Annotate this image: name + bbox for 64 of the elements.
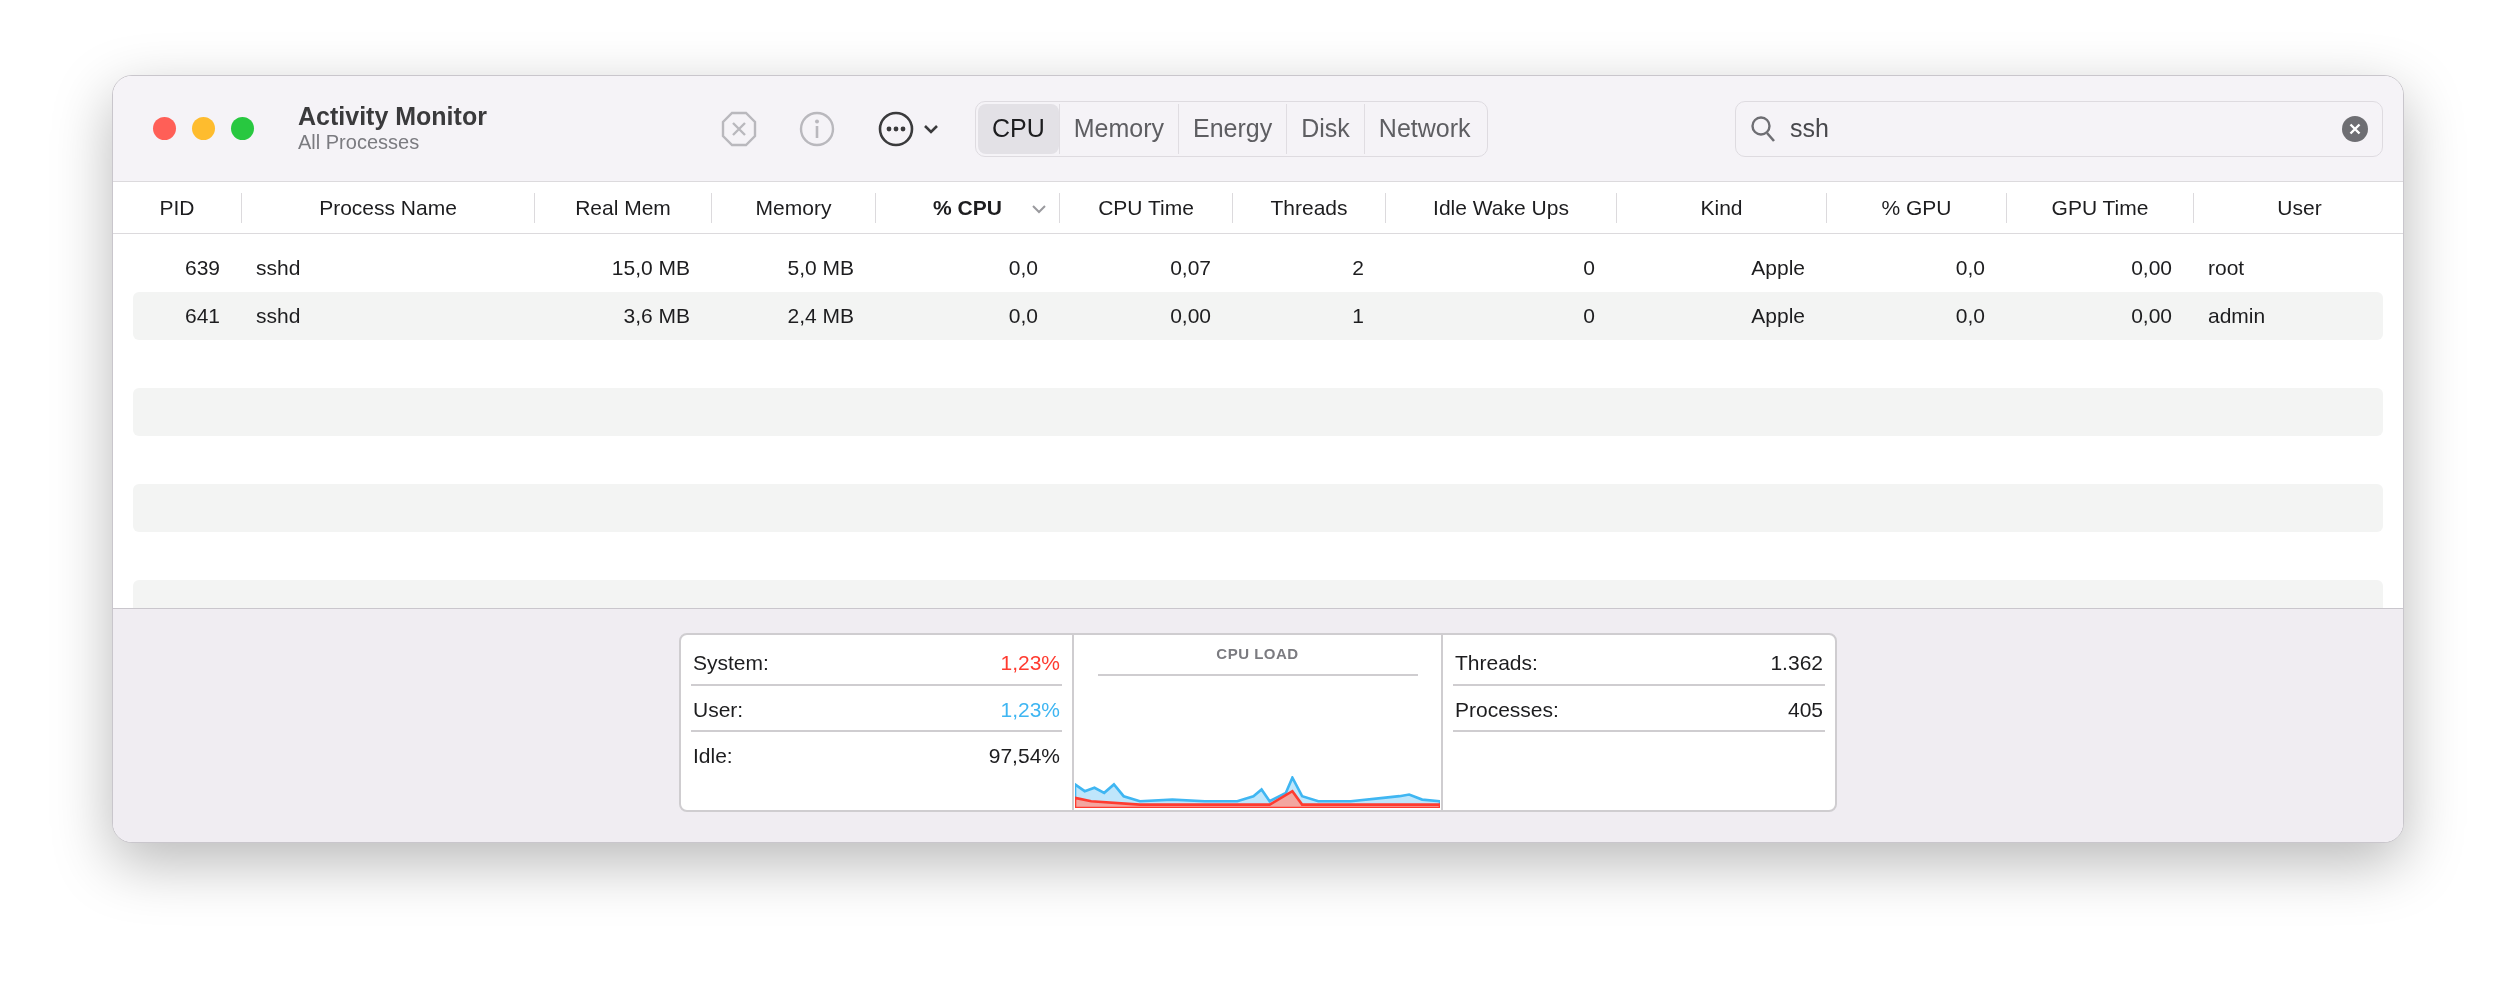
column-header[interactable]: Idle Wake Ups bbox=[1433, 195, 1569, 219]
sort-chevron-icon bbox=[1031, 203, 1047, 214]
table-cell: 0,00 bbox=[2131, 256, 2172, 280]
stat-label: Threads: bbox=[1455, 650, 1538, 676]
table-cell: 5,0 MB bbox=[787, 256, 854, 280]
stat-label: System: bbox=[693, 650, 769, 676]
chart-title: CPU LOAD bbox=[1216, 644, 1299, 664]
view-tab[interactable]: Memory bbox=[1058, 103, 1178, 154]
table-cell: 639 bbox=[184, 256, 220, 280]
stat-value: 405 bbox=[1787, 696, 1823, 723]
table-cell: 0,0 bbox=[1008, 256, 1038, 280]
window-subtitle: All Processes bbox=[298, 130, 421, 155]
stat-value: 1.362 bbox=[1770, 650, 1823, 676]
table-cell: sshd bbox=[256, 256, 301, 280]
column-header[interactable]: Threads bbox=[1270, 195, 1348, 219]
zoom-window-button[interactable] bbox=[231, 117, 254, 140]
table-cell: 0,0 bbox=[1008, 304, 1038, 328]
search-icon bbox=[1750, 114, 1776, 143]
stat-label: User: bbox=[693, 696, 744, 723]
window-title: Activity Monitor bbox=[298, 102, 487, 131]
table-cell: 2,4 MB bbox=[787, 304, 854, 328]
table-cell: 641 bbox=[184, 304, 220, 328]
stop-process-icon[interactable] bbox=[720, 110, 757, 147]
view-tab[interactable]: Network bbox=[1363, 103, 1485, 154]
table-cell: root bbox=[2208, 256, 2245, 280]
table-cell: 0,0 bbox=[1955, 304, 1985, 328]
table-cell: 3,6 MB bbox=[623, 304, 690, 328]
view-tab[interactable]: Energy bbox=[1178, 103, 1287, 154]
stat-value: 1,23% bbox=[1000, 696, 1060, 723]
table-cell: 0 bbox=[1583, 304, 1595, 328]
table-cell: Apple bbox=[1751, 256, 1805, 280]
table-cell: Apple bbox=[1751, 304, 1805, 328]
table-cell: 2 bbox=[1352, 256, 1364, 280]
column-header[interactable]: User bbox=[2277, 195, 2322, 219]
table-cell: 0,0 bbox=[1955, 256, 1985, 280]
table-cell: 15,0 MB bbox=[611, 256, 690, 280]
info-icon[interactable] bbox=[798, 110, 835, 147]
table-cell: sshd bbox=[256, 304, 301, 328]
view-tab[interactable]: CPU bbox=[977, 103, 1059, 154]
column-header[interactable]: Real Mem bbox=[575, 195, 671, 219]
table-cell: 0,00 bbox=[2131, 304, 2172, 328]
table-cell: admin bbox=[2208, 304, 2266, 328]
column-header[interactable]: GPU Time bbox=[2051, 195, 2149, 219]
table-cell: 0 bbox=[1583, 256, 1595, 280]
close-window-button[interactable] bbox=[153, 117, 176, 140]
stat-value: 97,54% bbox=[988, 743, 1060, 769]
view-tab[interactable]: Disk bbox=[1286, 103, 1364, 154]
minimize-window-button[interactable] bbox=[192, 117, 215, 140]
search-field[interactable]: ssh bbox=[1735, 100, 2383, 157]
column-header[interactable]: PID bbox=[159, 195, 195, 219]
column-header[interactable]: Memory bbox=[755, 195, 832, 219]
search-input[interactable]: ssh bbox=[1790, 109, 2328, 148]
column-header[interactable]: % CPU bbox=[933, 195, 1002, 219]
column-header[interactable]: % GPU bbox=[1881, 195, 1952, 219]
column-header[interactable]: CPU Time bbox=[1098, 195, 1194, 219]
table-cell: 0,00 bbox=[1170, 304, 1211, 328]
table-cell: 0,07 bbox=[1170, 256, 1211, 280]
column-header[interactable]: Kind bbox=[1700, 195, 1743, 219]
table-cell: 1 bbox=[1352, 304, 1364, 328]
clear-search-icon[interactable] bbox=[2342, 115, 2368, 142]
column-header[interactable]: Process Name bbox=[319, 195, 457, 219]
stat-label: Processes: bbox=[1455, 696, 1559, 723]
stat-value: 1,23% bbox=[1000, 650, 1060, 676]
stat-label: Idle: bbox=[693, 743, 733, 769]
